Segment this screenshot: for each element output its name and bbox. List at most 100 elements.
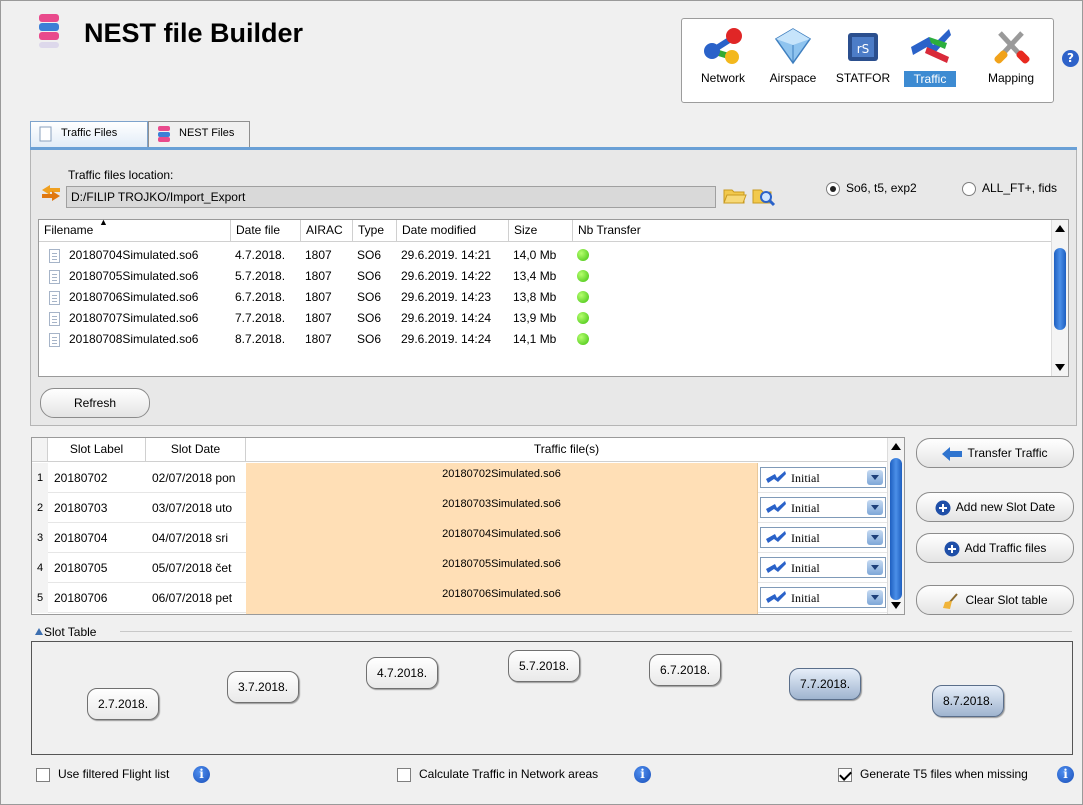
add-icon xyxy=(935,500,951,516)
slot-date-chip[interactable]: 2.7.2018. xyxy=(87,688,160,720)
file-icon xyxy=(49,270,60,284)
open-folder-icon[interactable] xyxy=(723,185,747,205)
table-row[interactable]: 20180708Simulated.so6 8.7.2018. 1807 SO6… xyxy=(39,330,1051,351)
traffic-file-cell[interactable]: 20180706Simulated.so6 xyxy=(246,583,758,613)
dropdown-arrow-icon[interactable] xyxy=(867,560,883,575)
traffic-icon xyxy=(766,561,786,573)
files-scrollbar[interactable] xyxy=(1051,220,1068,376)
refresh-button[interactable]: Refresh xyxy=(40,388,150,418)
add-icon xyxy=(944,541,960,557)
slot-row[interactable]: 4 20180705 05/07/2018 čet 20180705Simula… xyxy=(32,553,888,583)
column-header-nb-transfer[interactable]: Nb Transfer xyxy=(573,220,1051,242)
dropdown-arrow-icon[interactable] xyxy=(867,500,883,515)
traffic-files-table: Filename ▲ Date file AIRAC Type Date mod… xyxy=(38,217,1069,377)
use-filtered-flight-list-label: Use filtered Flight list xyxy=(58,767,170,781)
slot-row[interactable]: 3 20180704 04/07/2018 sri 20180704Simula… xyxy=(32,523,888,553)
slot-mode-select[interactable]: Initial xyxy=(760,587,886,608)
module-label: Mapping xyxy=(987,71,1035,85)
arrow-left-icon xyxy=(942,446,963,461)
traffic-file-cell[interactable]: 20180702Simulated.so6 xyxy=(246,463,758,493)
clear-slot-table-button[interactable]: Clear Slot table xyxy=(916,585,1074,615)
file-icon xyxy=(49,333,60,347)
slot-scrollbar[interactable] xyxy=(887,438,904,614)
module-airspace[interactable]: Airspace xyxy=(758,23,828,99)
table-row[interactable]: 20180704Simulated.so6 4.7.2018. 1807 SO6… xyxy=(39,246,1051,267)
slot-mode-select[interactable]: Initial xyxy=(760,467,886,488)
column-header-type[interactable]: Type xyxy=(353,220,397,242)
format-allft-radio[interactable] xyxy=(962,182,976,196)
slot-row-partial[interactable] xyxy=(32,613,888,614)
slot-date-chip[interactable]: 3.7.2018. xyxy=(227,671,300,703)
search-folder-icon[interactable] xyxy=(752,185,776,207)
traffic-file-cell[interactable]: 20180704Simulated.so6 xyxy=(246,523,758,553)
dropdown-arrow-icon[interactable] xyxy=(867,470,883,485)
slot-mode-select[interactable]: Initial xyxy=(760,527,886,548)
database-app-icon xyxy=(39,14,59,48)
column-header-date-modified[interactable]: Date modified xyxy=(397,220,509,242)
module-statfor[interactable]: rS STATFOR xyxy=(828,23,898,99)
slot-row[interactable]: 1 20180702 02/07/2018 pon 20180702Simula… xyxy=(32,463,888,493)
file-icon xyxy=(39,126,52,142)
traffic-file-cell[interactable]: 20180703Simulated.so6 xyxy=(246,493,758,523)
status-ok-icon xyxy=(577,291,589,303)
column-header-slot-label[interactable]: Slot Label xyxy=(48,438,146,462)
status-ok-icon xyxy=(577,270,589,282)
module-mapping[interactable]: Mapping xyxy=(976,23,1046,99)
slot-mode-select[interactable]: Initial xyxy=(760,497,886,518)
tab-nest-files[interactable]: NEST Files xyxy=(148,121,250,147)
column-header-date-file[interactable]: Date file xyxy=(231,220,301,242)
slot-table: Slot Label Slot Date Traffic file(s) 1 2… xyxy=(31,437,905,615)
traffic-file-cell[interactable]: 20180705Simulated.so6 xyxy=(246,553,758,583)
slot-date-chip[interactable]: 6.7.2018. xyxy=(649,654,722,686)
slot-date-chip[interactable]: 4.7.2018. xyxy=(366,657,439,689)
column-header-slot-date[interactable]: Slot Date xyxy=(146,438,246,462)
table-row[interactable]: 20180706Simulated.so6 6.7.2018. 1807 SO6… xyxy=(39,288,1051,309)
traffic-location-input[interactable]: D:/FILIP TROJKO/Import_Export xyxy=(66,186,716,208)
dropdown-arrow-icon[interactable] xyxy=(867,590,883,605)
format-so6-radio[interactable] xyxy=(826,182,840,196)
add-traffic-files-button[interactable]: Add Traffic files xyxy=(916,533,1074,563)
section-divider xyxy=(120,631,1072,632)
table-row[interactable]: 20180707Simulated.so6 7.7.2018. 1807 SO6… xyxy=(39,309,1051,330)
slot-date-chip-selected[interactable]: 7.7.2018. xyxy=(789,668,862,700)
column-header-traffic-files[interactable]: Traffic file(s) xyxy=(246,438,888,462)
column-header-filename[interactable]: Filename ▲ xyxy=(39,217,231,242)
info-icon[interactable]: i xyxy=(193,766,210,783)
slot-date-chip-selected[interactable]: 8.7.2018. xyxy=(932,685,1005,717)
generate-t5-checkbox[interactable] xyxy=(838,768,852,782)
collapse-triangle-icon[interactable] xyxy=(35,628,43,635)
broom-icon xyxy=(943,593,959,609)
column-header-airac[interactable]: AIRAC xyxy=(301,220,353,242)
traffic-icon xyxy=(766,531,786,543)
module-label: Network xyxy=(700,71,745,85)
tab-label: Traffic Files xyxy=(61,127,118,139)
scroll-up-icon[interactable] xyxy=(1055,225,1065,232)
slot-mode-select[interactable]: Initial xyxy=(760,557,886,578)
use-filtered-flight-list-checkbox[interactable] xyxy=(36,768,50,782)
scroll-thumb[interactable] xyxy=(890,458,902,600)
tab-traffic-files[interactable]: Traffic Files xyxy=(30,121,148,147)
add-slot-date-button[interactable]: Add new Slot Date xyxy=(916,492,1074,522)
info-icon[interactable]: i xyxy=(1057,766,1074,783)
scroll-down-icon[interactable] xyxy=(1055,364,1065,371)
slot-row[interactable]: 5 20180706 06/07/2018 pet 20180706Simula… xyxy=(32,583,888,613)
help-icon[interactable]: ? xyxy=(1062,50,1079,67)
column-header-size[interactable]: Size xyxy=(509,220,573,242)
module-label: STATFOR xyxy=(835,71,891,85)
format-so6-label: So6, t5, exp2 xyxy=(846,181,917,195)
slot-date-chip[interactable]: 5.7.2018. xyxy=(508,650,581,682)
svg-text:rS: rS xyxy=(857,42,870,56)
calculate-traffic-checkbox[interactable] xyxy=(397,768,411,782)
scroll-up-icon[interactable] xyxy=(891,443,901,450)
transfer-traffic-button[interactable]: Transfer Traffic xyxy=(916,438,1074,468)
module-network[interactable]: Network xyxy=(688,23,758,99)
info-icon[interactable]: i xyxy=(634,766,651,783)
airspace-icon xyxy=(774,28,812,65)
scroll-thumb[interactable] xyxy=(1054,248,1066,330)
tab-label: NEST Files xyxy=(179,127,235,139)
module-traffic[interactable]: Traffic xyxy=(904,23,956,99)
table-row[interactable]: 20180705Simulated.so6 5.7.2018. 1807 SO6… xyxy=(39,267,1051,288)
scroll-down-icon[interactable] xyxy=(891,602,901,609)
slot-row[interactable]: 2 20180703 03/07/2018 uto 20180703Simula… xyxy=(32,493,888,523)
dropdown-arrow-icon[interactable] xyxy=(867,530,883,545)
